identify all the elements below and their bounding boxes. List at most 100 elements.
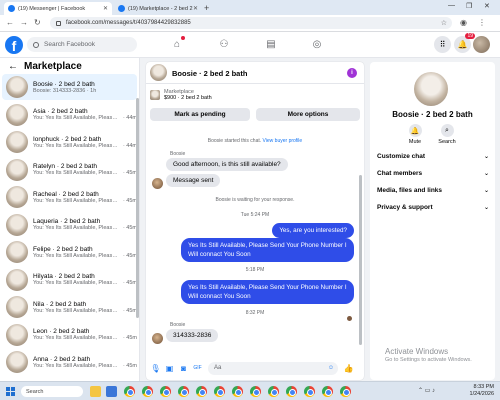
conversation-item[interactable]: Racheal · 2 bed 2 bath You: Yes Its Still… [2, 184, 137, 210]
chat-title[interactable]: Boosie · 2 bed 2 bath [172, 69, 247, 78]
incoming-message[interactable]: 314333-2836 [166, 329, 219, 342]
like-thumb-icon[interactable]: 👍 [344, 364, 354, 373]
conversation-text: Ionphuck · 2 bed 2 bath You: Yes Its Stil… [33, 136, 137, 149]
sender-avatar[interactable] [152, 178, 163, 189]
close-tab-icon[interactable]: ✕ [193, 5, 198, 12]
system-tray-icons[interactable]: ⌃ ▭ ♪ [418, 387, 435, 394]
notification-dot [181, 36, 185, 40]
menu-label: Privacy & support [377, 204, 433, 211]
forward-arrow-icon[interactable]: → [20, 18, 28, 27]
conversation-item[interactable]: Boosie · 2 bed 2 bath Boosie: 314333-2836… [2, 74, 137, 100]
browser-tab-messenger[interactable]: (19) Messenger | Facebook ✕ [4, 2, 112, 15]
conversation-item[interactable]: Felipe · 2 bed 2 bath You: Yes Its Still … [2, 239, 137, 265]
outgoing-message[interactable]: Yes Its Still Available, Please Send You… [181, 238, 354, 262]
gif-icon[interactable]: GIF [193, 364, 202, 373]
chrome-icon[interactable] [178, 386, 189, 397]
conversation-item[interactable]: Asia · 2 bed 2 bath You: Yes Its Still Av… [2, 102, 137, 128]
taskbar-search[interactable]: Search [21, 386, 83, 397]
reload-icon[interactable]: ↻ [34, 18, 41, 27]
browser-tab-marketplace[interactable]: (19) Marketplace - 2 bed 2 bath ✕ [114, 2, 202, 15]
conversation-item[interactable]: Laqueria · 2 bed 2 bath You: Yes Its Stil… [2, 212, 137, 238]
chat-scrollbar[interactable] [359, 175, 362, 345]
notifications-bell-icon[interactable]: 🔔 19 [454, 33, 475, 53]
chrome-icon[interactable] [304, 386, 315, 397]
message-input[interactable]: Aa ☺ [208, 361, 338, 375]
conversation-item[interactable]: Nila · 2 bed 2 bath You: Yes Its Still Av… [2, 294, 137, 320]
windows-start-icon[interactable] [6, 387, 15, 396]
incoming-message[interactable]: Good afternoon, is this still available? [166, 158, 288, 171]
message-sender: Boosie [170, 322, 186, 328]
chrome-icon[interactable] [196, 386, 207, 397]
clock[interactable]: 8:33 PM 1/24/2026 [470, 384, 494, 398]
conversation-item[interactable]: Leon · 2 bed 2 bath You: Yes Its Still Av… [2, 322, 137, 348]
chevron-down-icon: ⌄ [483, 188, 489, 194]
close-tab-icon[interactable]: ✕ [103, 5, 108, 12]
facebook-logo[interactable]: f [5, 36, 23, 54]
chrome-icon[interactable] [268, 386, 279, 397]
marketplace-icon[interactable]: ▤ [265, 38, 277, 50]
profile-icon[interactable]: ◉ [460, 18, 467, 27]
chrome-icon[interactable] [250, 386, 261, 397]
media-files-links-item[interactable]: Media, files and links ⌄ [377, 187, 489, 194]
back-arrow-icon[interactable]: ← [8, 61, 18, 72]
conversation-preview: You: Yes Its Still Available, Please Sen… [33, 335, 137, 341]
maximize-icon[interactable]: ❐ [466, 2, 472, 10]
listing-avatar[interactable] [414, 72, 448, 106]
url-bar[interactable]: facebook.com/messages/t/4037984429832885… [50, 17, 452, 29]
chrome-icon[interactable] [232, 386, 243, 397]
watermark-subtitle: Go to Settings to activate Windows. [385, 357, 472, 363]
chat-avatar[interactable] [150, 64, 167, 81]
search-button[interactable]: ⌕ Search [432, 124, 462, 145]
new-tab-button[interactable]: + [204, 3, 209, 13]
view-buyer-profile-link[interactable]: View buyer profile [263, 138, 303, 144]
minimize-icon[interactable]: — [448, 2, 455, 9]
outgoing-message[interactable]: Yes, are you interested? [272, 223, 354, 238]
timestamp: 8:32 PM [245, 310, 265, 316]
browser-menu-icon[interactable]: ⋮ [478, 18, 486, 27]
facebook-search-input[interactable]: Search Facebook [27, 37, 137, 52]
file-explorer-icon[interactable] [90, 386, 101, 397]
friends-icon[interactable]: ⚇ [218, 38, 230, 50]
conversation-info-icon[interactable]: i [347, 68, 357, 78]
chrome-icon[interactable] [214, 386, 225, 397]
outgoing-message[interactable]: Yes Its Still Available, Please Send You… [181, 280, 354, 304]
groups-icon[interactable]: ◎ [311, 38, 323, 50]
more-options-button[interactable]: More options [256, 108, 360, 121]
conversation-item[interactable]: Ionphuck · 2 bed 2 bath You: Yes Its Stil… [2, 129, 137, 155]
conversation-item[interactable]: Ratelyn · 2 bed 2 bath You: Yes Its Still… [2, 157, 137, 183]
conversation-snippet: You: Yes Its Still Available, Please Sen… [33, 197, 119, 204]
menu-label: Chat members [377, 170, 423, 177]
incoming-message[interactable]: Message sent [166, 174, 221, 187]
conversation-list-scrollbar[interactable] [136, 98, 139, 318]
task-view-icon[interactable] [106, 386, 117, 397]
mark-as-pending-button[interactable]: Mark as pending [150, 108, 250, 121]
chat-members-item[interactable]: Chat members ⌄ [377, 170, 489, 177]
chrome-icon[interactable] [160, 386, 171, 397]
back-arrow-icon[interactable]: ← [6, 18, 14, 27]
close-window-icon[interactable]: ✕ [484, 2, 490, 10]
conversation-item[interactable]: Hilyata · 2 bed 2 bath You: Yes Its Still… [2, 267, 137, 293]
site-info-icon[interactable] [56, 20, 61, 26]
customize-chat-item[interactable]: Customize chat ⌄ [377, 153, 489, 160]
emoji-icon[interactable]: ☺ [328, 365, 334, 371]
listing-summary[interactable]: Marketplace $900 · 2 bed 2 bath [150, 89, 212, 101]
bookmark-star-icon[interactable]: ☆ [441, 19, 447, 27]
conversation-thumbnail [6, 213, 28, 236]
sender-avatar[interactable] [152, 333, 163, 344]
mic-icon[interactable]: 🎙 [150, 364, 160, 373]
conversation-item[interactable]: Anna · 2 bed 2 bath You: Yes Its Still Av… [2, 349, 137, 375]
image-icon[interactable]: ▣ [165, 364, 174, 373]
home-icon[interactable]: ⌂ [171, 36, 185, 50]
mute-button[interactable]: 🔔 Mute [400, 124, 430, 145]
url-text: facebook.com/messages/t/4037984429832885 [66, 20, 191, 26]
menu-grid-icon[interactable]: ⠿ [434, 36, 451, 53]
privacy-support-item[interactable]: Privacy & support ⌄ [377, 204, 489, 211]
account-avatar[interactable] [473, 36, 490, 53]
chrome-icon[interactable] [340, 386, 351, 397]
sticker-icon[interactable]: ◙ [179, 364, 188, 373]
chrome-icon[interactable] [322, 386, 333, 397]
chrome-icon[interactable] [142, 386, 153, 397]
chrome-icon[interactable] [124, 386, 135, 397]
chrome-icon[interactable] [286, 386, 297, 397]
chat-info-panel: Boosie · 2 bed 2 bath 🔔 Mute ⌕ Search Cu… [370, 62, 495, 380]
